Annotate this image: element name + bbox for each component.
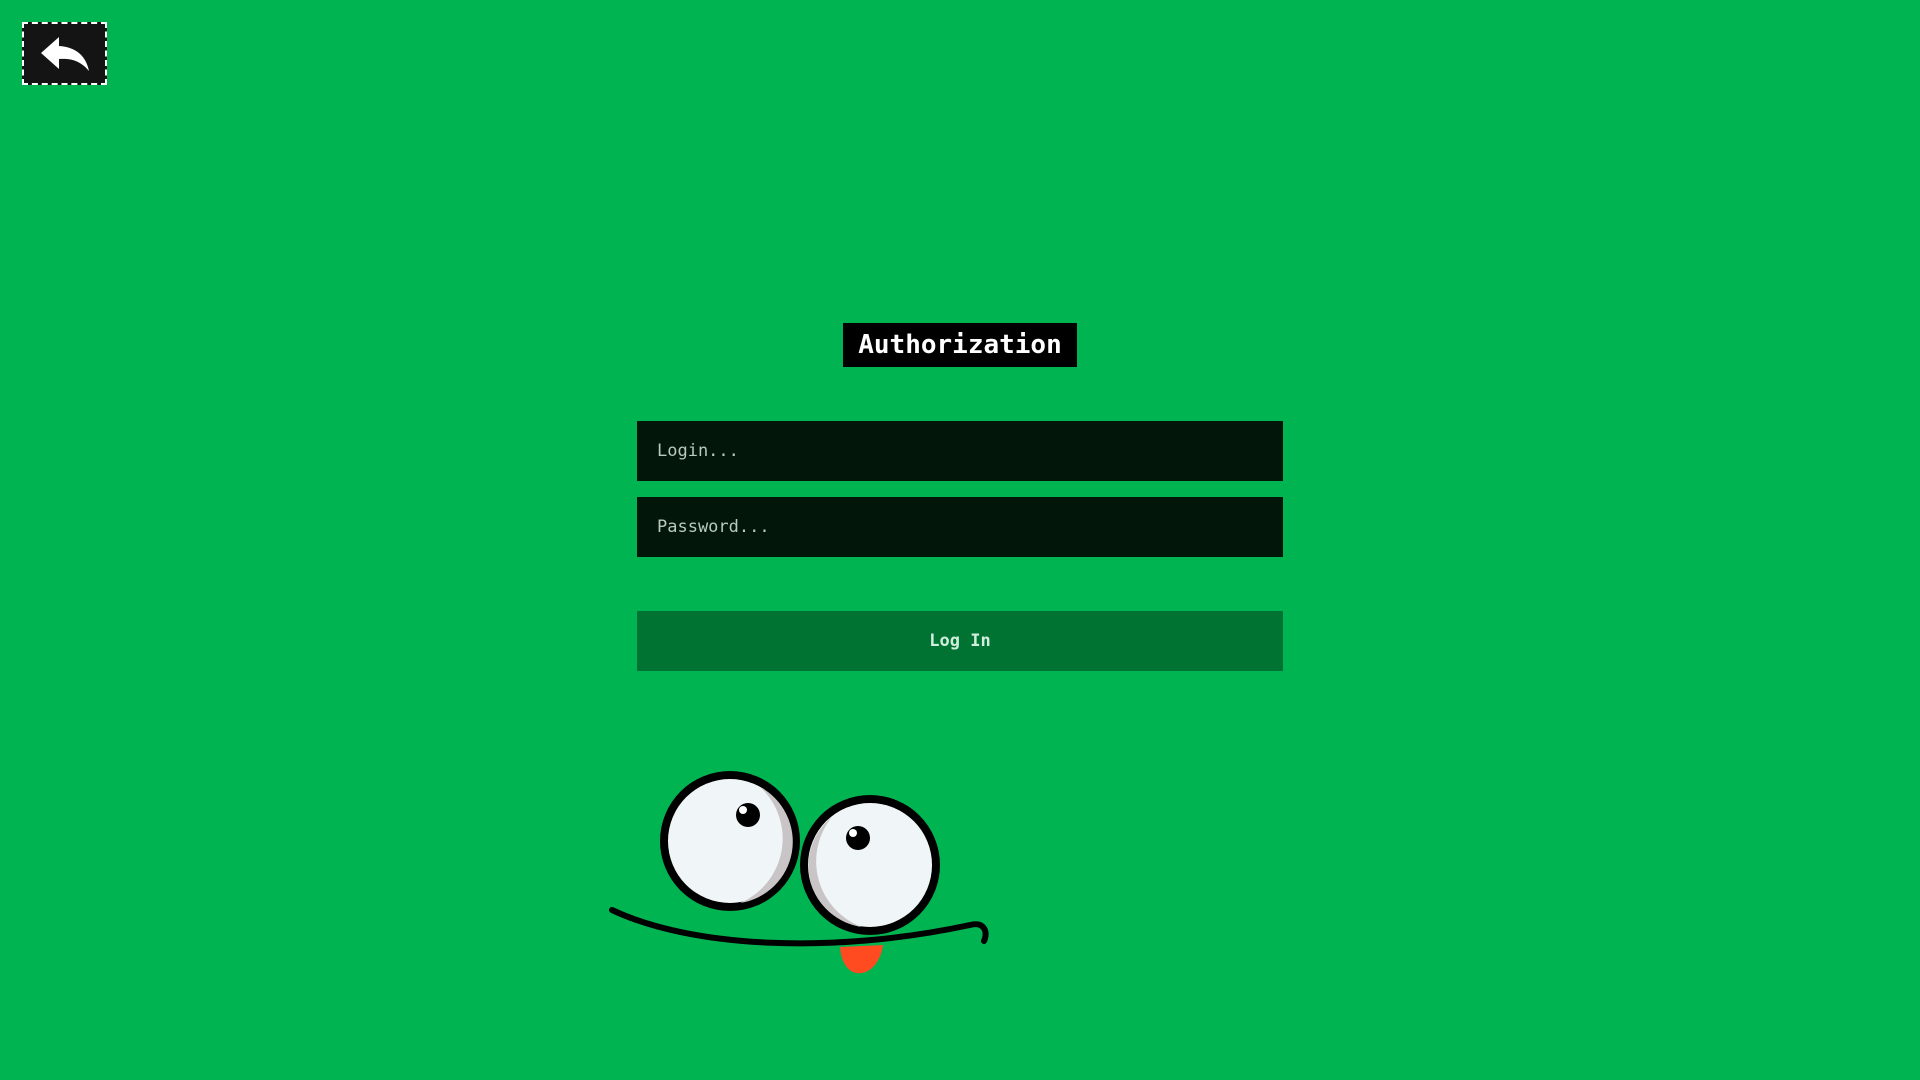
tongue	[840, 945, 883, 974]
right-eye	[800, 795, 940, 935]
left-eye	[660, 771, 800, 911]
back-button[interactable]	[22, 22, 107, 85]
cartoon-face-icon	[609, 771, 989, 974]
page-title: Authorization	[843, 323, 1077, 367]
auth-page: Authorization Log In	[0, 0, 1920, 1080]
back-arrow-icon	[40, 36, 89, 71]
login-input[interactable]	[637, 421, 1283, 481]
login-button[interactable]: Log In	[637, 611, 1283, 671]
mouth	[609, 907, 989, 947]
password-input[interactable]	[637, 497, 1283, 557]
